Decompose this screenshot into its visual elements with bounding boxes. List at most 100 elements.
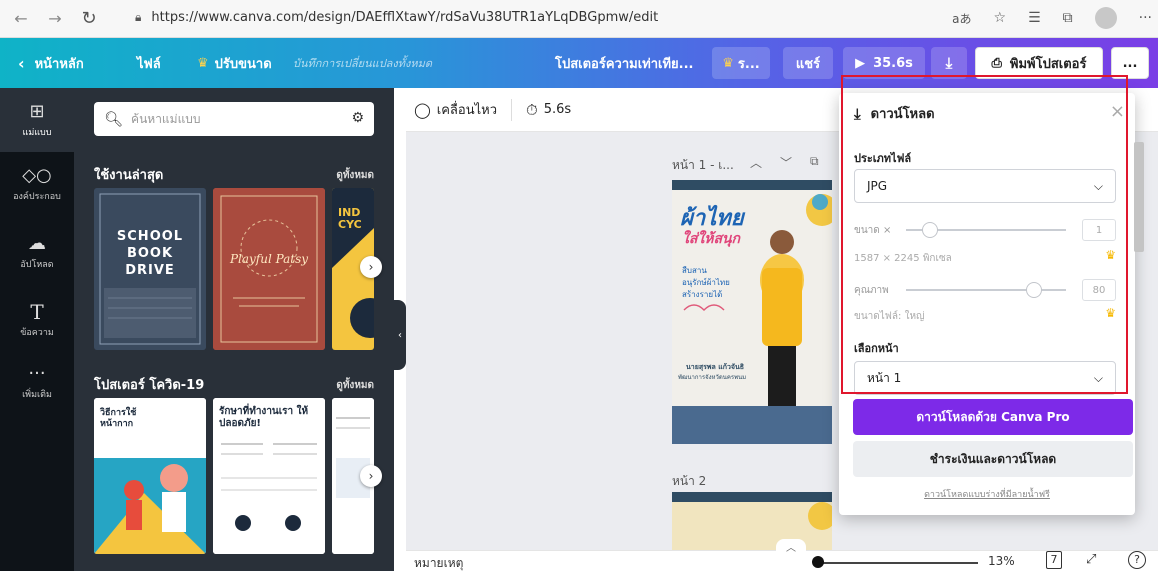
safety-poster-title: รักษาที่ทำงานเรา ให้ปลอดภัย! [219,406,309,429]
zoom-slider-track[interactable] [818,562,978,564]
help-button[interactable]: ? [1128,551,1146,569]
move-up-icon[interactable]: ︿ [750,154,762,171]
upload-icon: ☁ [28,232,46,254]
rail-item-text[interactable]: T ข้อความ [0,288,74,352]
collections-icon[interactable]: ⧉ [1063,10,1073,26]
url-text: https://www.canva.com/design/DAEfflXtawY… [151,9,659,25]
browser-actions: aあ ☆ ☰ ⧉ ··· [952,4,1152,32]
autosave-status: บันทึกการเปลี่ยนแปลงทั้งหมด [293,57,433,70]
address-bar[interactable]: 🔒︎ https://www.canva.com/design/DAEfflXt… [135,4,900,30]
home-label: หน้าหลัก [34,56,84,72]
favorites-list-icon[interactable]: ☰ [1028,10,1041,26]
page-count-badge[interactable]: 7 [1046,551,1062,569]
covid-next-arrow-icon[interactable]: › [360,465,382,487]
profile-avatar[interactable] [1094,7,1117,29]
search-input[interactable] [131,112,342,126]
back-arrow-icon[interactable]: ← [8,6,34,32]
zoom-slider-knob[interactable] [812,556,824,568]
page-1-label[interactable]: หน้า 1 - เ... [672,156,734,175]
template-thumb-workplace-safety[interactable]: รักษาที่ทำงานเรา ให้ปลอดภัย! [213,398,325,554]
pay-and-download-button[interactable]: ชำระเงินและดาวน์โหลด [853,441,1133,477]
share-label: แชร์ [795,56,821,72]
dropdown-scrollbar[interactable] [1132,132,1146,382]
crown-icon: ♛ [722,55,734,71]
download-canva-pro-button[interactable]: ดาวน์โหลดด้วย Canva Pro [853,399,1133,435]
recent-see-all-link[interactable]: ดูทั้งหมด [336,168,374,183]
rail-item-elements[interactable]: ◇○ องค์ประกอบ [0,152,74,216]
download-icon: ⤓ [945,54,953,72]
forward-arrow-icon[interactable]: → [42,6,68,32]
rail-item-templates[interactable]: ⊞ แม่แบบ [0,88,74,152]
timer-icon[interactable]: ⏱ [526,101,538,119]
notes-button[interactable]: หมายเหตุ [414,554,463,571]
page-1-controls: ︿ ﹀ ⧉ [750,154,819,171]
poster-role: พัฒนาการจังหวัดนครพนม [678,374,747,381]
side-rail: ⊞ แม่แบบ ◇○ องค์ประกอบ ☁ อัปโหลด T ข้อคว… [0,88,74,571]
animate-button[interactable]: เคลื่อนไหว [437,99,497,120]
resize-label: ปรับขนาด [214,56,272,72]
toolbar-divider [511,98,513,121]
favorite-star-icon[interactable]: ☆ [994,10,1007,26]
pro-pill-button[interactable]: ♛ ร... [712,47,770,79]
share-button[interactable]: แชร์ [783,47,833,79]
collapse-panel-tab[interactable]: ‹ [394,300,406,370]
file-label: ไฟล์ [137,56,161,72]
play-time-label: 35.6s [873,55,913,71]
patsy-poster-title: Playful Patsy [229,252,309,266]
play-icon: ▶ [855,55,866,71]
text-icon: T [30,299,44,324]
move-down-icon[interactable]: ﹀ [780,154,792,171]
print-label: พิมพ์โปสเตอร์ [1009,56,1087,72]
free-watermark-download-link[interactable]: ดาวน์โหลดแบบร่างที่มีลายน้ำฟรี [839,487,1135,501]
resize-menu[interactable]: ♛ ปรับขนาด [197,38,272,88]
animate-icon[interactable]: ◯ [414,101,431,119]
rail-item-label: ข้อความ [20,327,54,338]
template-thumb-school-book-drive[interactable]: SCHOOL BOOK DRIVE [94,188,206,350]
poster-title-2: ใส่ให้สนุก [682,231,741,247]
recent-next-arrow-icon[interactable]: › [360,256,382,278]
rail-item-uploads[interactable]: ☁ อัปโหลด [0,220,74,284]
reload-icon[interactable]: ↻ [76,6,102,32]
rail-item-more[interactable]: ··· เพิ่มเติม [0,350,74,414]
rail-item-label: เพิ่มเติม [22,389,52,400]
template-icon: ⊞ [29,100,45,122]
print-icon: ⎙ [991,55,1002,71]
template-thumb-playful-patsy[interactable]: Playful Patsy [213,188,325,350]
zoom-level[interactable]: 13% [988,554,1015,568]
school-poster-title: SCHOOL BOOK DRIVE [116,229,184,278]
lock-icon: 🔒︎ [135,9,142,24]
rail-item-label: แม่แบบ [22,127,52,138]
poster-page-1[interactable]: ผ้าไทย ใส่ให้สนุก สืบสาน อนุรักษ์ผ้าไทย … [672,180,832,444]
editor-footer: หมายเหตุ ︿ 13% 7 ⤢ ? [406,539,1158,571]
crown-icon: ♛ [197,55,209,71]
chevron-left-icon: ‹ [18,53,25,73]
poster2-artwork [672,492,832,550]
elements-icon: ◇○ [22,164,52,186]
mask-poster-title: วิธีการใช้หน้ากาก [100,408,137,429]
templates-panel: 🔍︎ ⚙ ใช้งานล่าสุด ดูทั้งหมด SCHOOL BOOK … [74,88,394,571]
home-button[interactable]: ‹ หน้าหลัก [18,38,84,88]
timing-button[interactable]: 5.6s [544,102,571,117]
poster-page-2[interactable] [672,492,832,550]
poster-sub-3: สร้างรายได้ [682,290,723,299]
indie-title-2: CYC [338,218,362,231]
rail-item-label: อัปโหลด [20,259,54,270]
browser-toolbar: ← → ↻ 🔒︎ https://www.canva.com/design/DA… [0,0,1158,38]
duplicate-page-icon[interactable]: ⧉ [810,154,819,171]
more-label: ... [1122,55,1138,71]
patsy-poster-art [213,188,325,350]
hide-pages-chevron-icon[interactable]: ︿ [776,539,806,554]
more-icon: ··· [28,362,46,384]
read-aloud-icon[interactable]: aあ [952,10,971,27]
file-menu[interactable]: ไฟล์ [137,38,161,88]
covid-section-title: โปสเตอร์ โควิด-19 [94,378,205,393]
template-thumb-mask-guide[interactable]: วิธีการใช้หน้ากาก [94,398,206,554]
filter-icon[interactable]: ⚙ [351,110,364,126]
page-2-label[interactable]: หน้า 2 [672,472,706,491]
template-search[interactable]: 🔍︎ ⚙ [94,102,374,136]
browser-menu-icon[interactable]: ··· [1139,10,1152,26]
design-title[interactable]: โปสเตอร์ความเท่าเทีย... [555,38,693,88]
fullscreen-icon[interactable]: ⤢ [1086,552,1096,567]
highlight-annotation-box [841,75,1128,394]
covid-see-all-link[interactable]: ดูทั้งหมด [336,378,374,393]
